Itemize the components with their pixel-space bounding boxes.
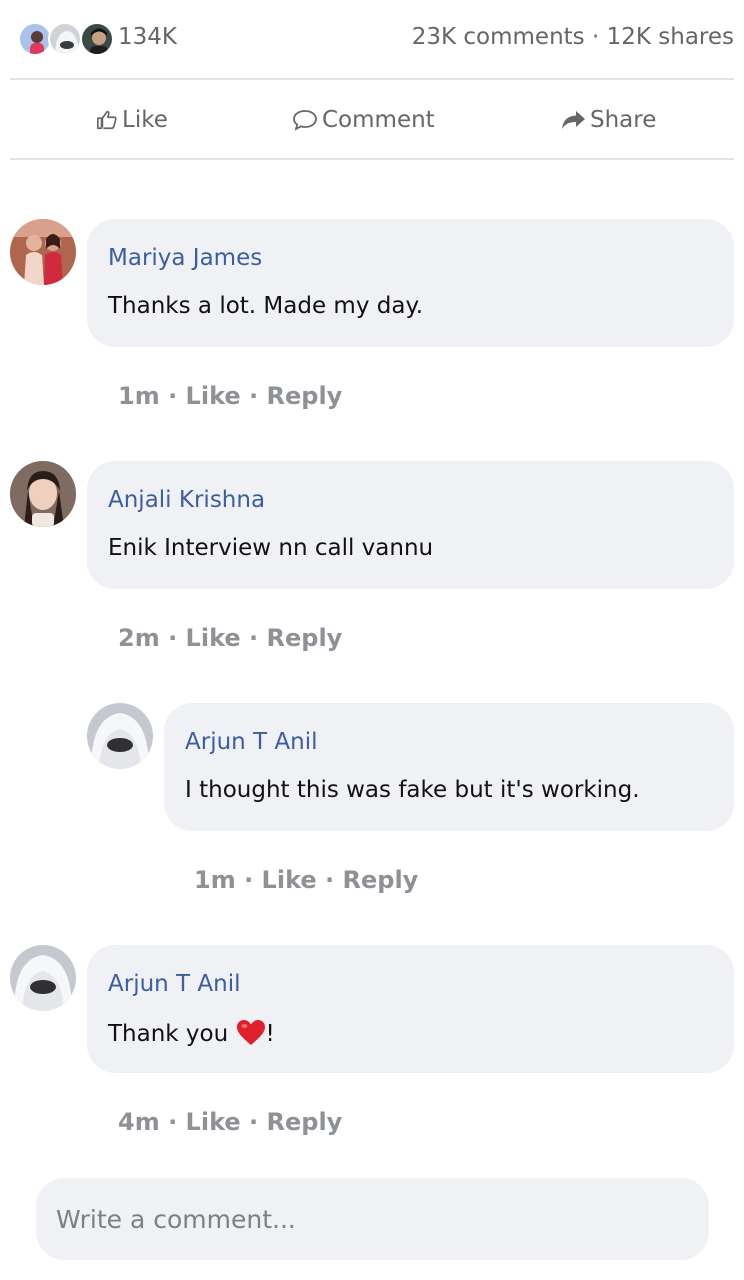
reactor-avatar	[80, 22, 114, 56]
comment-meta: 2m · Like · Reply	[118, 624, 343, 652]
avatar[interactable]	[87, 703, 153, 769]
comment-author[interactable]: Mariya James	[108, 245, 262, 271]
comment-text: I thought this was fake but it's working…	[185, 777, 640, 803]
divider	[10, 158, 734, 160]
reactor-avatar	[18, 22, 52, 56]
reactor-avatar	[48, 22, 82, 56]
comment-button[interactable]: Comment	[292, 104, 435, 136]
share-label: Share	[590, 107, 657, 133]
comment-bubble: Arjun T Anil I thought this was fake but…	[164, 703, 734, 831]
reaction-count[interactable]: 134K	[118, 24, 177, 50]
comment-reply-link[interactable]: Reply	[267, 382, 343, 410]
post-actions: Like Comment Share	[0, 80, 744, 158]
comment-time: 1m	[118, 382, 160, 410]
comment-text-main: Thank you	[108, 1021, 236, 1047]
avatar[interactable]	[10, 945, 76, 1011]
comment-bubble: Mariya James Thanks a lot. Made my day.	[87, 219, 734, 347]
comment-bubble: Arjun T Anil Thank you !	[87, 945, 734, 1073]
comment-time: 1m	[194, 866, 236, 894]
comment-like-link[interactable]: Like	[186, 624, 241, 652]
avatar[interactable]	[10, 219, 76, 285]
comment-text: Thank you !	[108, 1019, 275, 1052]
comment-text: Thanks a lot. Made my day.	[108, 293, 424, 319]
like-label: Like	[122, 107, 168, 133]
comment-time: 2m	[118, 624, 160, 652]
reactions-summary: 134K 23K comments · 12K shares	[0, 0, 744, 78]
comment-text: Enik Interview nn call vannu	[108, 535, 434, 561]
heart-emoji-icon	[236, 1019, 266, 1052]
comment-reply-link[interactable]: Reply	[343, 866, 419, 894]
comment-label: Comment	[322, 107, 435, 133]
comment-bubble: Anjali Krishna Enik Interview nn call va…	[87, 461, 734, 589]
comment-like-link[interactable]: Like	[186, 1108, 241, 1136]
comment-meta: 1m · Like · Reply	[118, 382, 343, 410]
share-button[interactable]: Share	[560, 104, 656, 136]
comments-shares-count[interactable]: 23K comments · 12K shares	[412, 24, 734, 50]
thumbs-up-icon	[96, 109, 118, 131]
comment-time: 4m	[118, 1108, 160, 1136]
comment-reply-link[interactable]: Reply	[267, 1108, 343, 1136]
avatar[interactable]	[10, 461, 76, 527]
comment-like-link[interactable]: Like	[262, 866, 317, 894]
share-arrow-icon	[560, 109, 586, 131]
comment-author[interactable]: Arjun T Anil	[185, 729, 318, 755]
speech-bubble-icon	[292, 109, 318, 131]
comment-meta: 1m · Like · Reply	[194, 866, 419, 894]
comment-like-link[interactable]: Like	[186, 382, 241, 410]
comment-meta: 4m · Like · Reply	[118, 1108, 343, 1136]
comment-author[interactable]: Anjali Krishna	[108, 487, 265, 513]
comment-author[interactable]: Arjun T Anil	[108, 971, 241, 997]
comment-reply-link[interactable]: Reply	[267, 624, 343, 652]
comment-text-suffix: !	[265, 1021, 275, 1047]
write-comment-input[interactable]	[36, 1178, 709, 1260]
like-button[interactable]: Like	[96, 104, 168, 136]
